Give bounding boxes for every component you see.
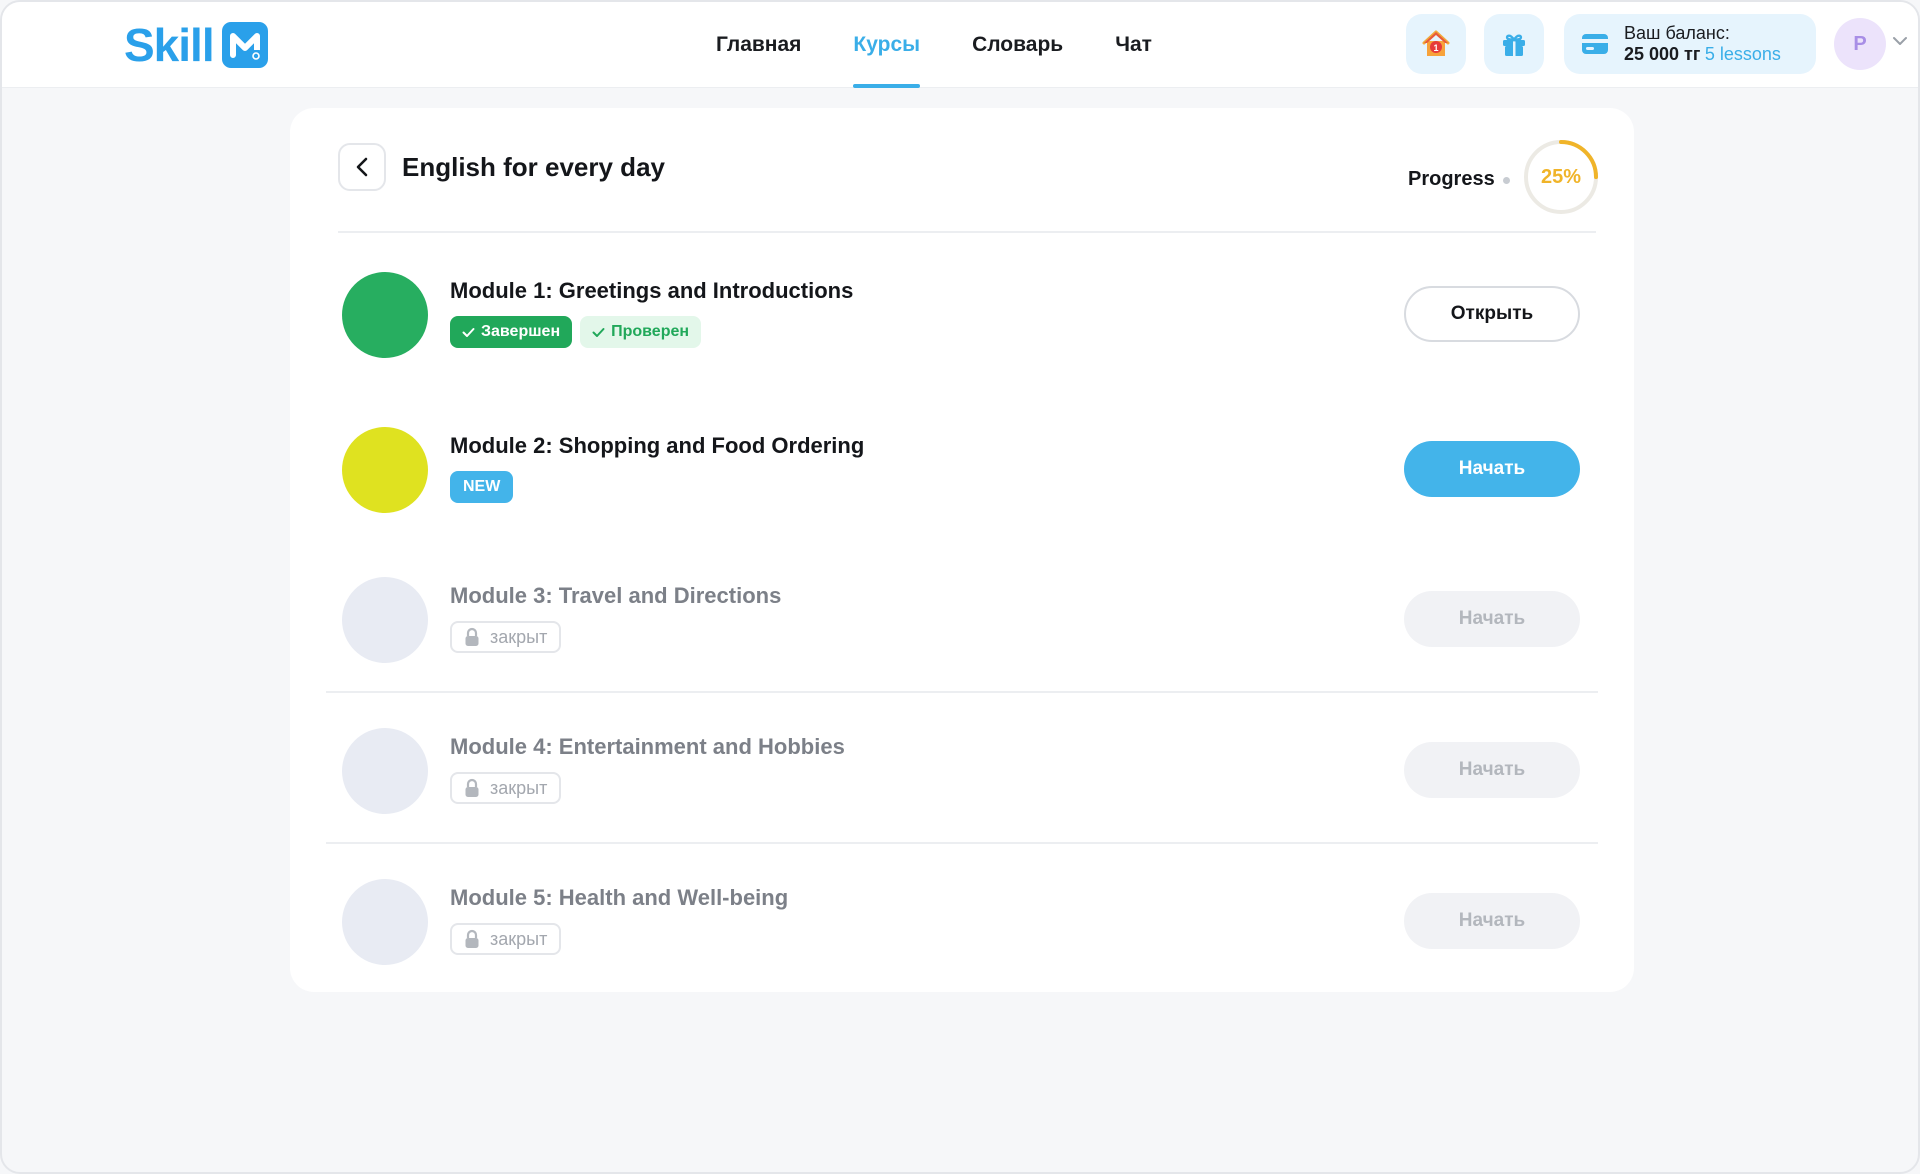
chevron-left-icon	[356, 157, 368, 177]
module-badges: Завершен Проверен	[450, 316, 702, 348]
lock-icon	[465, 627, 479, 646]
balance-value: 25 000 тг 5 lessons	[1624, 44, 1781, 66]
module-title: Module 1: Greetings and Introductions	[450, 278, 854, 303]
module-badges: закрыт	[450, 923, 562, 955]
course-card: English for every day Progress 25% Modul…	[290, 108, 1634, 992]
module-status-circle	[342, 728, 428, 814]
locked-badge: закрыт	[450, 621, 562, 653]
balance-lessons: 5 lessons	[1704, 43, 1781, 64]
module-badges: NEW	[450, 471, 514, 503]
logo[interactable]: Skill	[124, 22, 268, 68]
module-badges: закрыт	[450, 621, 562, 653]
logo-mark-icon	[221, 22, 268, 68]
logo-text: Skill	[124, 19, 215, 71]
gift-icon	[1503, 34, 1525, 56]
module-item-3: Module 3: Travel and Directions закрыт Н…	[290, 569, 1634, 669]
module-status-circle	[342, 577, 428, 663]
lock-icon	[465, 778, 479, 797]
module-status-circle	[342, 427, 428, 513]
check-icon	[462, 327, 475, 337]
completed-badge: Завершен	[450, 316, 573, 348]
course-title: English for every day	[402, 152, 665, 182]
locked-badge: закрыт	[450, 772, 562, 804]
nav-item-courses[interactable]: Курсы	[853, 2, 920, 88]
gift-button[interactable]	[1484, 14, 1544, 74]
module-title: Module 3: Travel and Directions	[450, 583, 782, 608]
locked-badge-label: закрыт	[490, 928, 548, 949]
module-status-circle	[342, 272, 428, 358]
header-divider	[338, 231, 1596, 233]
completed-badge-label: Завершен	[481, 323, 561, 340]
start-module-button-disabled: Начать	[1404, 591, 1580, 647]
check-icon	[592, 327, 605, 337]
chevron-down-icon[interactable]	[1892, 36, 1908, 46]
module-badges: закрыт	[450, 772, 562, 804]
locked-badge: закрыт	[450, 923, 562, 955]
checked-badge: Проверен	[580, 316, 702, 348]
balance-widget[interactable]: Ваш баланс: 25 000 тг 5 lessons	[1564, 14, 1816, 74]
module-title: Module 5: Health and Well-being	[450, 885, 789, 910]
locked-badge-label: закрыт	[490, 777, 548, 798]
checked-badge-label: Проверен	[611, 323, 690, 340]
nav-item-home[interactable]: Главная	[716, 2, 801, 88]
start-module-button[interactable]: Начать	[1404, 441, 1580, 497]
module-item-4: Module 4: Entertainment and Hobbies закр…	[290, 720, 1634, 820]
home-badge-count: 1	[1433, 43, 1438, 53]
avatar[interactable]: P	[1834, 18, 1886, 70]
lock-icon	[465, 929, 479, 948]
balance-text: Ваш баланс: 25 000 тг 5 lessons	[1624, 23, 1781, 66]
home-notifications-button[interactable]: 1	[1406, 14, 1466, 74]
nav-item-chat[interactable]: Чат	[1115, 2, 1152, 88]
module-item-1: Module 1: Greetings and Introductions За…	[290, 264, 1634, 364]
progress-label: Progress	[1408, 168, 1495, 190]
progress-percent: 25%	[1540, 165, 1582, 188]
start-module-button-disabled: Начать	[1404, 742, 1580, 798]
module-item-2: Module 2: Shopping and Food Ordering NEW…	[290, 419, 1634, 519]
app-window: Skill Главная Курсы Словарь Чат 1 Ваш ба…	[0, 0, 1920, 1174]
open-module-button[interactable]: Открыть	[1404, 286, 1580, 342]
balance-label: Ваш баланс:	[1624, 22, 1730, 43]
new-badge: NEW	[450, 471, 514, 503]
module-title: Module 4: Entertainment and Hobbies	[450, 734, 845, 759]
module-status-circle	[342, 879, 428, 965]
wallet-card-icon	[1582, 34, 1608, 54]
start-module-button-disabled: Начать	[1404, 893, 1580, 949]
top-header: Skill Главная Курсы Словарь Чат 1 Ваш ба…	[2, 2, 1918, 88]
module-title: Module 2: Shopping and Food Ordering	[450, 433, 865, 458]
progress-separator-dot	[1503, 177, 1510, 184]
balance-amount: 25 000 тг	[1624, 43, 1701, 64]
locked-badge-label: закрыт	[490, 626, 548, 647]
module-divider	[326, 691, 1598, 693]
module-divider	[326, 842, 1598, 844]
house-icon: 1	[1422, 30, 1450, 56]
nav-item-dictionary[interactable]: Словарь	[972, 2, 1063, 88]
module-item-5: Module 5: Health and Well-being закрыт Н…	[290, 871, 1634, 971]
main-nav: Главная Курсы Словарь Чат	[716, 2, 1152, 88]
back-button[interactable]	[338, 143, 386, 191]
